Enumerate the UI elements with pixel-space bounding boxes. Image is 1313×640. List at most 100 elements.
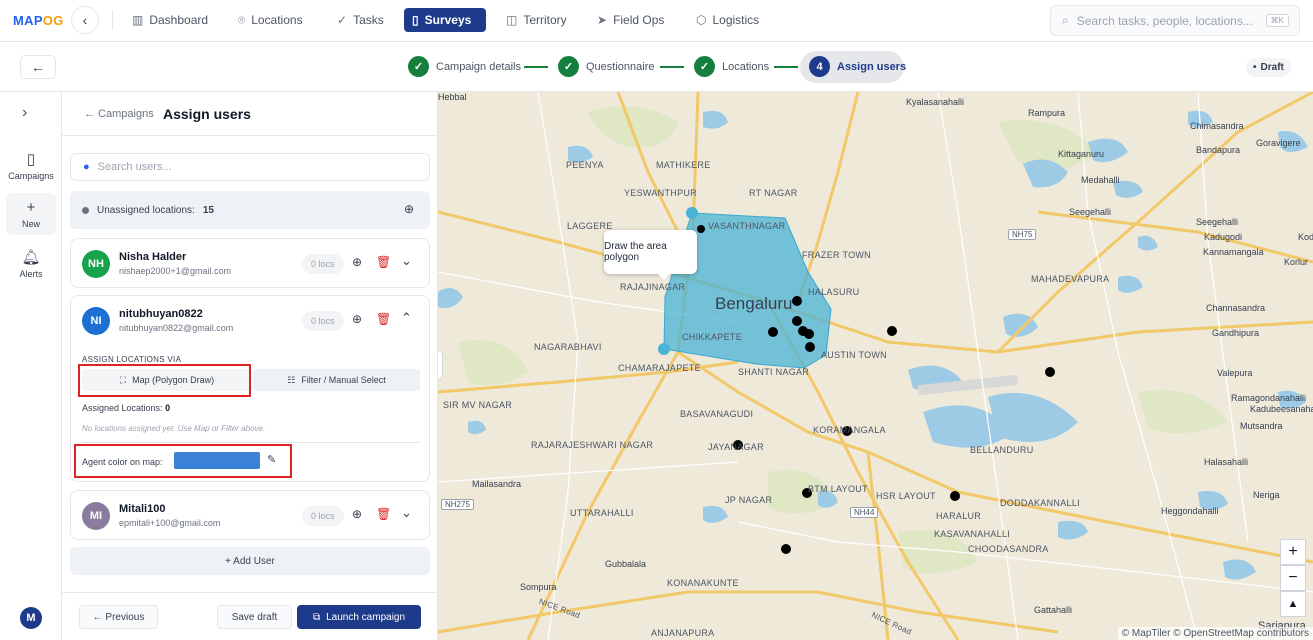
panel-resize-handle[interactable]: [438, 350, 443, 380]
place-label: BELLANDURU: [970, 445, 1034, 455]
trash-icon[interactable]: 🗑︎: [376, 507, 391, 521]
button-label: Launch campaign: [326, 611, 406, 623]
locs-badge: 0 locs: [302, 311, 344, 331]
locs-badge: 0 locs: [302, 506, 344, 526]
filter-manual-select-button[interactable]: ☷ Filter / Manual Select: [253, 369, 420, 391]
nav-label: Dashboard: [149, 13, 209, 27]
back-arrow-button[interactable]: ←: [20, 55, 56, 79]
step-questionnaire[interactable]: ✓ Questionnaire: [558, 56, 655, 77]
nav-surveys[interactable]: ▯ Surveys: [404, 8, 486, 32]
nav-label: Logistics: [712, 13, 760, 27]
step-label: Locations: [722, 60, 770, 73]
divider: [62, 135, 438, 136]
assign-users-panel: ← Campaigns Assign users ● Search users.…: [62, 92, 438, 640]
step-number: 4: [809, 56, 830, 77]
step-locations[interactable]: ✓ Locations: [694, 56, 769, 77]
place-label: RT NAGAR: [749, 188, 798, 198]
place-label: Channasandra: [1206, 303, 1266, 313]
status-badge: • Draft: [1246, 58, 1291, 77]
place-label: SHANTI NAGAR: [738, 367, 810, 377]
place-label: BASAVANAGUDI: [680, 409, 754, 419]
road-sign: NH44: [850, 507, 879, 518]
app-logo[interactable]: MAPOG: [13, 13, 64, 28]
nav-dashboard[interactable]: ▥ Dashboard: [124, 8, 216, 32]
place-label: Kittaganuru: [1058, 149, 1105, 159]
previous-button[interactable]: ← Previous: [79, 605, 158, 629]
locs-badge: 0 locs: [302, 254, 344, 274]
step-label: Questionnaire: [586, 60, 655, 73]
chevron-down-icon[interactable]: ⌄: [401, 505, 412, 521]
chevron-down-icon[interactable]: ⌄: [401, 253, 412, 269]
search-icon: ⌕: [1062, 13, 1069, 27]
user-avatar[interactable]: M: [20, 607, 42, 629]
launch-campaign-button[interactable]: ⧉ Launch campaign: [297, 605, 421, 629]
search-placeholder: Search users...: [97, 161, 172, 173]
nav-logistics[interactable]: ⬡ Logistics: [688, 8, 767, 32]
place-label: NAGARABHAVI: [534, 342, 602, 352]
user-search-input[interactable]: ● Search users...: [70, 153, 430, 181]
place-label: RAJAJINAGAR: [620, 282, 686, 292]
box-icon: ⬡: [696, 13, 707, 27]
send-icon: ➤: [597, 13, 608, 27]
place-label: Gattahalli: [1034, 605, 1073, 615]
map-attribution[interactable]: © MapTiler © OpenStreetMap contributors: [1117, 627, 1313, 640]
chevron-right-icon[interactable]: ›: [22, 104, 27, 122]
place-label: DODDAKANNALLI: [1000, 498, 1080, 508]
place-label: Gubbalala: [605, 559, 647, 569]
nav-locations[interactable]: ⌾ Locations: [230, 8, 311, 32]
zoom-in-icon[interactable]: ⊕: [352, 255, 362, 269]
top-nav: MAPOG ‹ ▥ Dashboard ⌾ Locations ✓ Tasks ▯ Su…: [0, 0, 1313, 42]
zoom-in-icon[interactable]: ⊕: [404, 202, 414, 216]
place-label: Sompura: [520, 582, 557, 592]
zoom-out-button[interactable]: −: [1280, 565, 1306, 591]
place-label: Mutsandra: [1240, 421, 1283, 431]
rail-label: New: [21, 219, 40, 229]
place-label: CHAMARAJAPETE: [618, 363, 701, 373]
step-connector: [774, 66, 798, 68]
pin-icon: ⌾: [238, 12, 246, 27]
place-label: RAJARAJESHWARI NAGAR: [531, 440, 654, 450]
step-connector: [524, 66, 548, 68]
step-assign-users[interactable]: 4 Assign users: [809, 56, 906, 77]
place-label: Korlur: [1284, 257, 1309, 267]
place-label: HARALUR: [936, 511, 982, 521]
user-name: Nisha Halder: [119, 251, 187, 263]
plus-icon: +: [26, 199, 36, 216]
compass-button[interactable]: ▲: [1280, 591, 1306, 617]
global-search-input[interactable]: ⌕ Search tasks, people, locations... ⌘K: [1050, 5, 1300, 36]
step-label: Campaign details: [436, 60, 521, 73]
step-campaign-details[interactable]: ✓ Campaign details: [408, 56, 521, 77]
zoom-in-icon[interactable]: ⊕: [352, 507, 362, 521]
page-title: Assign users: [163, 106, 251, 122]
place-label: Kodi: [1298, 232, 1313, 242]
rail-item-new[interactable]: + New: [6, 193, 56, 235]
city-label: Bengaluru: [715, 294, 793, 313]
place-label: MAHADEVAPURA: [1031, 274, 1110, 284]
nav-field-ops[interactable]: ➤ Field Ops: [589, 8, 672, 32]
place-label: Halasahalli: [1204, 457, 1249, 467]
place-label: HALASURU: [808, 287, 860, 297]
place-label: Bandapura: [1196, 145, 1241, 155]
chevron-up-icon[interactable]: ⌃: [401, 310, 412, 326]
zoom-in-button[interactable]: +: [1280, 539, 1306, 565]
add-user-button[interactable]: + Add User: [70, 547, 430, 575]
place-label: Valepura: [1217, 368, 1253, 378]
breadcrumb-campaigns[interactable]: ← Campaigns: [84, 108, 154, 120]
check-icon: ✓: [337, 13, 348, 27]
nav-tasks[interactable]: ✓ Tasks: [329, 8, 392, 32]
zoom-in-icon[interactable]: ⊕: [352, 312, 362, 326]
shortcut-badge: ⌘K: [1265, 14, 1289, 27]
assigned-label: Assigned Locations:: [82, 403, 163, 413]
rail-item-alerts[interactable]: 🔔︎ Alerts: [6, 242, 56, 284]
rail-item-campaigns[interactable]: ▯ Campaigns: [6, 144, 56, 186]
nav-back-button[interactable]: ‹: [71, 6, 99, 34]
save-draft-button[interactable]: Save draft: [217, 605, 292, 629]
place-label: ANJANAPURA: [651, 628, 715, 638]
place-label: Ramagondanahalli: [1231, 393, 1307, 403]
chart-icon: ▥: [132, 13, 144, 27]
nav-territory[interactable]: ◫ Territory: [498, 8, 575, 32]
map-view[interactable]: Hebbal Kyalasanahalli Rampura Chimasandr…: [438, 92, 1313, 640]
clipboard-icon: ▯: [26, 150, 36, 168]
trash-icon[interactable]: 🗑︎: [376, 255, 391, 269]
trash-icon[interactable]: 🗑︎: [376, 312, 391, 326]
